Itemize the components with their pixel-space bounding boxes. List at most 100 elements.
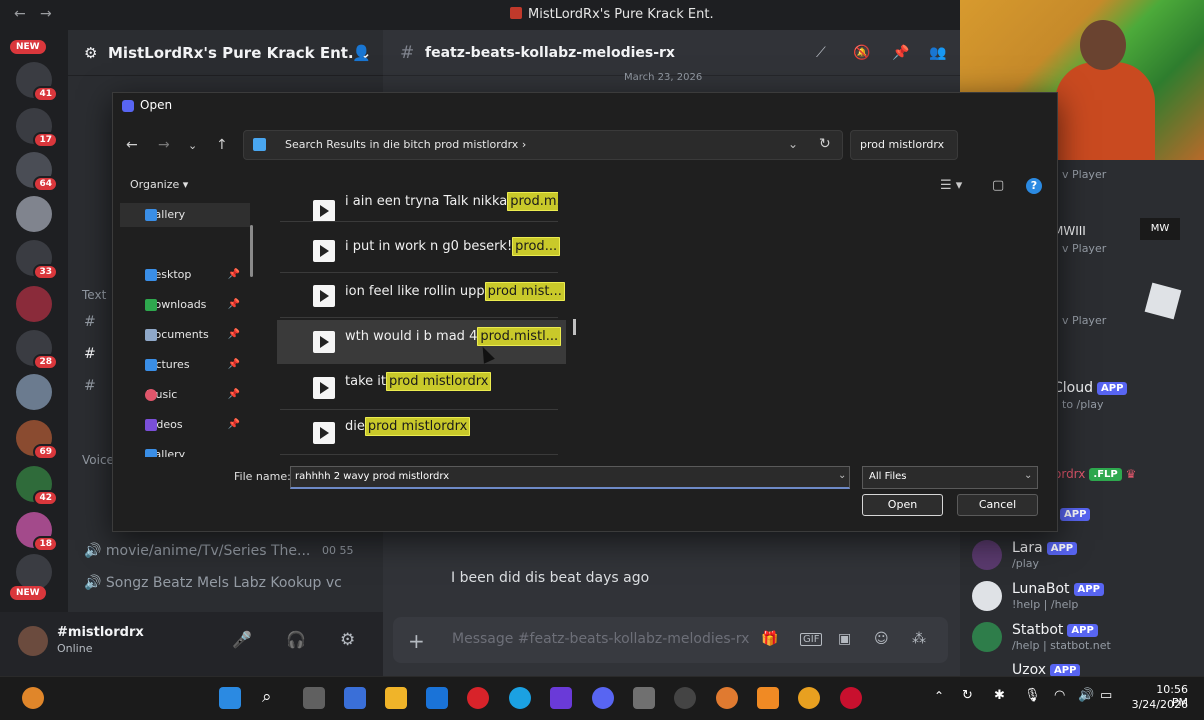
file-type-select[interactable]: All Files xyxy=(862,466,1038,489)
microphone-icon[interactable]: 🎙 xyxy=(1024,688,1041,703)
task-view-icon[interactable] xyxy=(303,687,325,709)
media-app-icon[interactable] xyxy=(550,687,572,709)
file-row[interactable]: ion feel like rollin upp prod mist... xyxy=(280,274,565,318)
member-list-icon[interactable]: 👥 xyxy=(929,45,946,61)
nav-item-documents[interactable]: Documents 📌 xyxy=(120,323,250,347)
cancel-button[interactable]: Cancel xyxy=(957,494,1038,516)
add-attachment-icon[interactable]: + xyxy=(408,629,425,653)
forward-arrow-icon[interactable]: → xyxy=(40,6,52,22)
mute-mic-icon[interactable]: 🎤 xyxy=(232,630,252,649)
chrome-icon[interactable] xyxy=(798,687,820,709)
nav-item-videos[interactable]: Videos 📌 xyxy=(120,413,250,437)
fl-studio-icon[interactable] xyxy=(757,687,779,709)
pin-icon[interactable]: 📌 xyxy=(892,45,909,61)
file-row[interactable]: take it prod mistlordrx xyxy=(280,366,558,410)
gif-icon[interactable]: GIF xyxy=(800,633,823,646)
server-icon[interactable]: 64 xyxy=(16,152,58,192)
notification-bell-icon[interactable]: 🔕 xyxy=(853,45,870,61)
server-icon[interactable] xyxy=(16,554,52,590)
server-icon[interactable]: 28 xyxy=(16,330,58,370)
refresh-icon[interactable]: ↻ xyxy=(819,136,831,152)
open-button[interactable]: Open xyxy=(862,494,943,516)
nav-item-gallery-2[interactable]: Gallery xyxy=(120,443,250,457)
tray-app-icon[interactable]: ✱ xyxy=(994,688,1005,703)
search-icon[interactable]: ⌕ xyxy=(262,687,272,707)
nav-item-gallery[interactable]: Gallery xyxy=(120,203,250,227)
address-dropdown-icon[interactable]: ⌄ xyxy=(788,137,798,151)
member-name[interactable]: LunaBot APP xyxy=(1012,581,1104,597)
sticker-icon[interactable]: ▣ xyxy=(838,631,851,647)
back-arrow-icon[interactable]: ← xyxy=(14,6,26,22)
recent-locations-icon[interactable]: ⌄ xyxy=(188,139,197,152)
voice-channel-2[interactable]: 🔊 Songz Beatz Mels Labz Kookup vc xyxy=(84,575,342,591)
server-icon[interactable] xyxy=(16,196,52,232)
avatar[interactable] xyxy=(972,581,1002,611)
file-name-input[interactable]: rahhhh 2 wavy prod mistlordrx xyxy=(290,466,850,489)
server-icon[interactable] xyxy=(16,374,52,410)
channel-hash-icon[interactable]: # xyxy=(84,346,96,362)
opera-icon[interactable] xyxy=(467,687,489,709)
help-icon[interactable]: ? xyxy=(1026,178,1042,194)
app-icon[interactable] xyxy=(674,687,696,709)
file-row[interactable]: die prod mistlordrx xyxy=(280,411,558,455)
nav-item-desktop[interactable]: Desktop 📌 xyxy=(120,263,250,287)
nav-pane-scrollbar[interactable] xyxy=(250,225,253,277)
guild-name[interactable]: MistLordRx's Pure Krack Ent. ⌄ xyxy=(108,44,371,62)
chevron-down-icon[interactable]: ⌄ xyxy=(1024,470,1032,481)
back-arrow-icon[interactable]: ← xyxy=(126,137,138,153)
nav-item-pictures[interactable]: Pictures 📌 xyxy=(120,353,250,377)
channel-hash-icon[interactable]: # xyxy=(84,378,96,394)
forward-arrow-icon[interactable]: → xyxy=(158,137,170,153)
tray-app-icon[interactable]: ↻ xyxy=(962,688,973,703)
member-name[interactable]: Statbot APP xyxy=(1012,622,1098,638)
file-explorer-icon[interactable] xyxy=(385,687,407,709)
nav-item-music[interactable]: Music 📌 xyxy=(120,383,250,407)
server-icon[interactable]: 33 xyxy=(16,240,58,280)
server-icon[interactable] xyxy=(16,286,52,322)
battery-icon[interactable]: ▭ xyxy=(1100,688,1112,703)
organize-button[interactable]: Organize ▾ xyxy=(130,178,188,191)
view-options-icon[interactable]: ☰ ▾ xyxy=(940,178,962,193)
guild-gear-icon[interactable]: ⚙ xyxy=(84,44,97,62)
copilot-icon[interactable] xyxy=(344,687,366,709)
server-icon[interactable]: 18 xyxy=(16,512,58,552)
server-icon[interactable]: 42 xyxy=(16,466,58,506)
gift-icon[interactable]: 🎁 xyxy=(761,631,778,647)
file-list-scrollbar[interactable] xyxy=(573,319,576,335)
wifi-icon[interactable]: ◠ xyxy=(1054,688,1065,703)
server-icon[interactable]: 17 xyxy=(16,108,58,148)
file-row[interactable]: i put in work n g0 beserk! prod... xyxy=(280,229,561,273)
avatar[interactable] xyxy=(18,626,48,656)
member-name[interactable]: Cloud APP xyxy=(1053,380,1128,396)
emoji-icon[interactable]: ☺ xyxy=(874,631,889,647)
camera-icon[interactable] xyxy=(633,687,655,709)
nav-item-downloads[interactable]: Downloads 📌 xyxy=(120,293,250,317)
chevron-down-icon[interactable]: ⌄ xyxy=(838,470,846,481)
start-icon[interactable] xyxy=(219,687,241,709)
channel-hash-icon[interactable]: # xyxy=(84,314,96,330)
discord-icon[interactable] xyxy=(592,687,614,709)
widgets-icon[interactable] xyxy=(22,687,44,709)
voice-channel-1[interactable]: 🔊 movie/anime/Tv/Series The... xyxy=(84,543,310,559)
opera-gx-icon[interactable] xyxy=(840,687,862,709)
member-name[interactable]: ordrx .FLP ♛ xyxy=(1054,467,1136,481)
address-path[interactable]: Search Results in die bitch prod mistlor… xyxy=(285,138,526,151)
threads-icon[interactable]: ⟋ xyxy=(816,45,826,61)
volume-icon[interactable]: 🔊 xyxy=(1078,688,1094,703)
app-icon[interactable] xyxy=(716,687,738,709)
member-name[interactable]: Lara APP xyxy=(1012,540,1078,556)
file-row[interactable]: i ain een tryna Talk nikkaprod.m... xyxy=(280,184,558,222)
file-row[interactable]: wth would i b mad 4 prod.mistl... xyxy=(277,320,566,364)
headphones-icon[interactable]: 🎧 xyxy=(286,630,306,649)
edge-icon[interactable] xyxy=(509,687,531,709)
tray-date[interactable]: 3/24/2026 xyxy=(1128,698,1188,711)
up-arrow-icon[interactable]: ↑ xyxy=(216,137,228,153)
server-icon[interactable]: 41 xyxy=(16,62,58,102)
preview-pane-icon[interactable]: ▢ xyxy=(992,178,1004,193)
server-icon[interactable]: 69 xyxy=(16,420,58,460)
apps-icon[interactable]: ⁂ xyxy=(912,631,926,647)
mail-icon[interactable] xyxy=(426,687,448,709)
avatar[interactable] xyxy=(972,540,1002,570)
add-member-icon[interactable]: 👤 xyxy=(352,44,371,62)
user-settings-gear-icon[interactable]: ⚙ xyxy=(340,630,355,650)
